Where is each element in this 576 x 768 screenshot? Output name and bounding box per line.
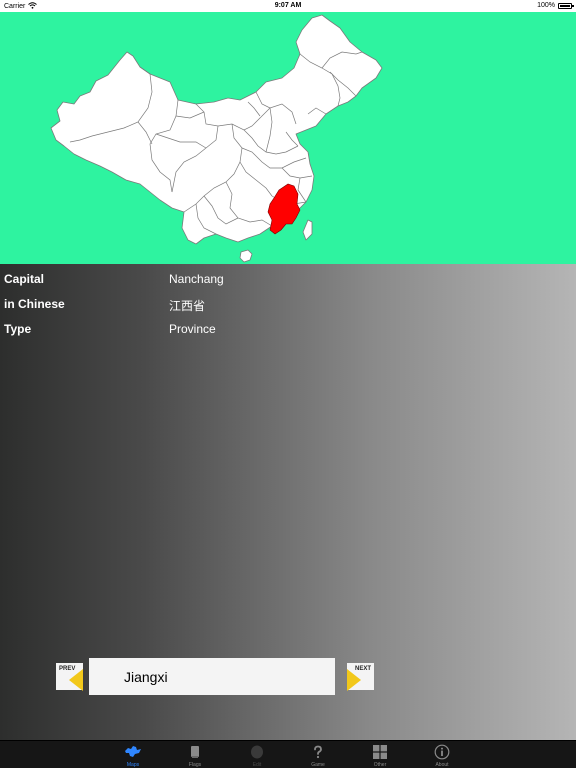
info-value-capital: Nanchang [169, 272, 224, 286]
grid-icon [370, 744, 390, 760]
info-label-capital: Capital [4, 272, 45, 286]
edit-icon [247, 744, 267, 760]
prev-button[interactable]: PREV [56, 663, 83, 691]
tab-about[interactable]: About [422, 741, 462, 768]
arrow-left-icon [69, 669, 83, 691]
clock: 9:07 AM [274, 2, 302, 9]
next-button[interactable]: NEXT [347, 663, 374, 691]
info-label-chinese-name: in Chinese [4, 297, 65, 311]
map-icon [123, 744, 143, 760]
china-map[interactable] [0, 12, 576, 264]
tab-bar: Maps Flags Edit Game Other About [0, 740, 576, 768]
info-value-type: Province [169, 322, 216, 336]
info-row-capital: Capital Nanchang [0, 268, 576, 288]
tab-flags[interactable]: Flags [175, 741, 215, 768]
region-navigator: PREV Jiangxi NEXT [56, 658, 376, 696]
arrow-right-icon [347, 669, 361, 691]
flag-icon [185, 744, 205, 760]
tab-label-about: About [435, 762, 449, 768]
tab-label-edit: Edit [252, 762, 262, 768]
question-icon [308, 744, 328, 760]
tab-label-game: Game [311, 762, 325, 768]
info-value-chinese-name: 江西省 [169, 299, 206, 313]
region-name-field[interactable]: Jiangxi [89, 658, 335, 695]
battery-percent: 100% [537, 2, 555, 9]
info-label-type: Type [4, 322, 32, 336]
battery-icon [558, 2, 574, 9]
tab-other[interactable]: Other [360, 741, 400, 768]
info-row-chinese-name: in Chinese 江西省 [0, 293, 576, 313]
tab-game[interactable]: Game [298, 741, 338, 768]
battery-indicator: 100% [537, 2, 574, 9]
tab-label-maps: Maps [126, 762, 140, 768]
tab-edit[interactable]: Edit [237, 741, 277, 768]
china-map-view[interactable] [0, 12, 576, 264]
region-name-text: Jiangxi [124, 669, 168, 685]
status-bar: Carrier 9:07 AM 100% [0, 0, 576, 12]
info-row-type: Type Province [0, 318, 576, 338]
tab-label-flags: Flags [188, 762, 202, 768]
tab-maps[interactable]: Maps [113, 741, 153, 768]
tab-label-other: Other [373, 762, 387, 768]
info-icon [432, 744, 452, 760]
